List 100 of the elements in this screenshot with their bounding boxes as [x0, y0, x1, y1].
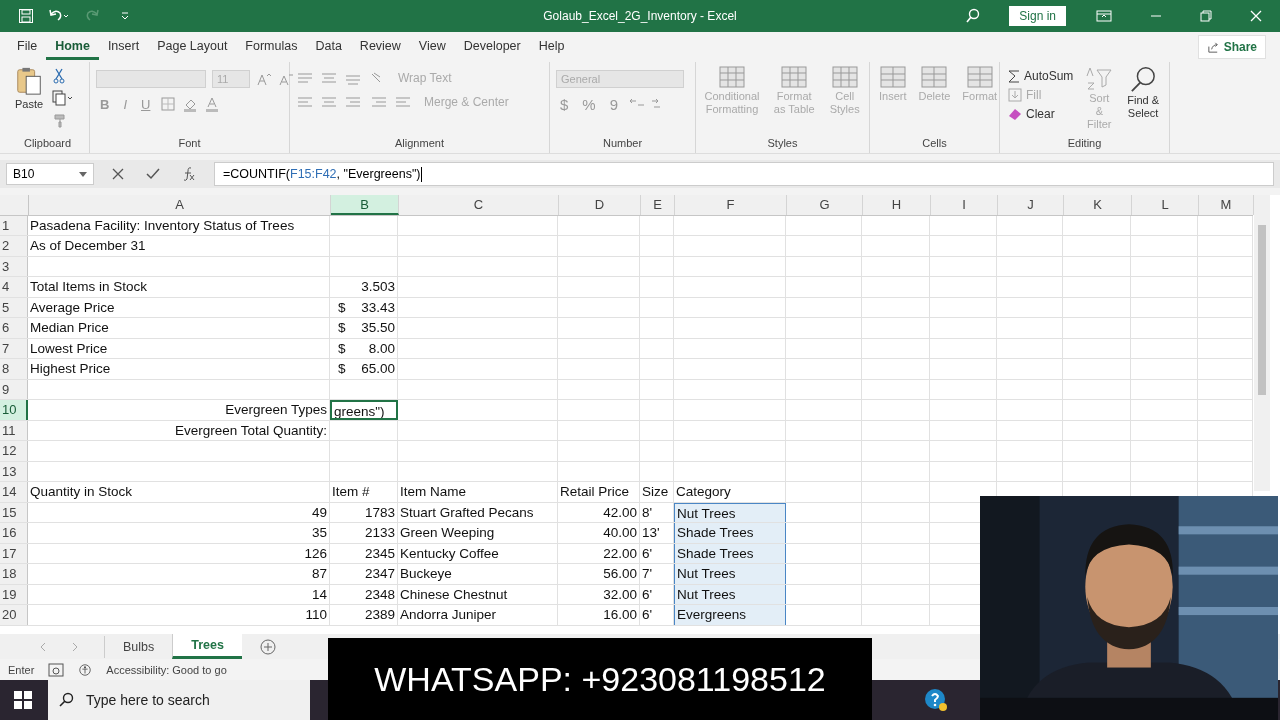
row-header[interactable]: 4	[0, 277, 28, 297]
column-header[interactable]: F	[675, 195, 787, 215]
help-icon[interactable]	[924, 688, 948, 712]
row-header[interactable]: 2	[0, 236, 28, 256]
window-title: Golaub_Excel_2G_Inventory - Excel	[543, 9, 737, 23]
font-color-icon[interactable]	[204, 96, 221, 112]
row-header[interactable]: 20	[0, 605, 28, 625]
table-cell-text: Size	[642, 483, 669, 501]
row-header[interactable]: 12	[0, 441, 28, 461]
save-icon[interactable]	[18, 8, 34, 24]
formula-field[interactable]: =COUNTIF(F15:F42, "Evergreens")	[214, 162, 1274, 186]
group-label: Styles	[767, 137, 798, 151]
table-grid-icon	[719, 66, 745, 88]
ribbon-tab[interactable]: View	[409, 34, 455, 60]
ribbon-tab[interactable]: Page Layout	[148, 34, 237, 60]
ribbon-display-icon[interactable]	[1096, 10, 1112, 22]
table-cell-text: Andorra Juniper	[400, 606, 497, 624]
table-cell-text: Retail Price	[560, 483, 630, 501]
restore-icon[interactable]	[1200, 10, 1212, 22]
column-header[interactable]: L	[1132, 195, 1199, 215]
row-header[interactable]: 10	[0, 400, 28, 420]
table-cell-text: 35	[311, 524, 327, 542]
ribbon-tab[interactable]: Insert	[98, 34, 149, 60]
table-cell-text: 40.00	[603, 524, 637, 542]
find-select-button[interactable]: Find & Select	[1123, 64, 1163, 123]
check-icon[interactable]	[146, 168, 160, 180]
table-cell-text: 126	[304, 544, 327, 563]
row-header[interactable]: 11	[0, 420, 28, 440]
row-header[interactable]: 18	[0, 564, 28, 584]
row-header[interactable]: 8	[0, 359, 28, 379]
paste-button[interactable]: Paste	[12, 64, 47, 114]
taskbar-search-field[interactable]: Type here to search	[48, 680, 310, 720]
cancel-icon[interactable]	[112, 168, 124, 180]
table-cell-text: 3.503	[361, 278, 395, 296]
row-header[interactable]: 17	[0, 543, 28, 563]
name-box[interactable]: B10	[6, 163, 94, 185]
table-grid-icon	[831, 66, 858, 88]
row-header[interactable]: 7	[0, 338, 28, 358]
row-header[interactable]: 15	[0, 502, 28, 522]
vertical-scrollbar[interactable]	[1254, 195, 1270, 491]
customize-icon[interactable]	[120, 11, 130, 21]
windows-start-icon[interactable]	[14, 691, 32, 709]
row-header[interactable]: 9	[0, 379, 28, 399]
row-header[interactable]: 14	[0, 482, 28, 502]
table-cell-text: 35.50	[361, 319, 395, 337]
row-header[interactable]: 16	[0, 523, 28, 543]
row-header[interactable]: 5	[0, 297, 28, 317]
column-header[interactable]: G	[787, 195, 863, 215]
currency-symbol: $	[338, 319, 346, 337]
table-cell-text: 22.00	[603, 544, 637, 563]
ribbon-tab[interactable]: Help	[529, 34, 574, 60]
clear-button[interactable]: Clear	[1006, 106, 1076, 122]
column-header[interactable]: C	[399, 195, 559, 215]
accessibility-icon[interactable]	[78, 662, 93, 677]
copy-icon[interactable]	[52, 90, 75, 106]
macro-icon[interactable]	[48, 662, 65, 677]
sign-in-button[interactable]: Sign in	[1009, 6, 1066, 26]
function-icon[interactable]	[182, 167, 196, 181]
row-header[interactable]: 3	[0, 256, 28, 276]
cut-icon[interactable]	[52, 68, 67, 84]
sheet-tab[interactable]: Trees	[172, 634, 242, 659]
column-header[interactable]: D	[559, 195, 641, 215]
share-button[interactable]: Share	[1197, 35, 1266, 59]
table-cell-text: 110	[305, 606, 327, 624]
undo-icon[interactable]	[48, 8, 70, 24]
phone-banner: WHATSAPP: +923081198512	[328, 638, 872, 720]
row-header[interactable]: 13	[0, 461, 28, 481]
table-cell-text: Total Items in Stock	[30, 278, 148, 296]
sort-filter-icon	[1085, 66, 1114, 90]
increase-font-size-icon[interactable]	[256, 72, 272, 86]
table-cell-text: 14	[311, 585, 327, 604]
row-header[interactable]: 19	[0, 584, 28, 604]
group-label: Font	[178, 137, 201, 151]
add-sheet-icon[interactable]	[259, 638, 276, 655]
eraser-icon	[1008, 107, 1022, 121]
autosum-button[interactable]: AutoSum	[1006, 68, 1076, 84]
search-icon[interactable]	[965, 8, 982, 24]
ribbon-tab[interactable]: Data	[306, 34, 351, 60]
table-cell-text: Evergreen Total Quantity:	[174, 421, 327, 440]
ribbon-tab[interactable]: Review	[350, 34, 410, 60]
ribbon-tab[interactable]: Formulas	[236, 34, 307, 60]
column-header[interactable]: I	[931, 195, 998, 215]
currency-symbol: $	[338, 360, 346, 378]
close-icon[interactable]	[1250, 10, 1262, 22]
table-cell-text: Quantity in Stock	[30, 483, 133, 501]
table-cell-text: 2347	[364, 565, 395, 583]
row-header[interactable]: 6	[0, 318, 28, 338]
table-cell-text: Lowest Price	[30, 339, 108, 358]
ribbon-tab[interactable]: File	[8, 34, 47, 60]
row-header[interactable]: 1	[0, 215, 28, 235]
ribbon-tab[interactable]: Developer	[454, 34, 530, 60]
column-header[interactable]: E	[641, 195, 675, 215]
decrease-font-size-icon[interactable]	[278, 72, 294, 86]
column-header[interactable]: H	[863, 195, 931, 215]
table-cell-text: 8.00	[368, 339, 395, 358]
column-header[interactable]: J	[998, 195, 1064, 215]
column-header[interactable]: K	[1064, 195, 1132, 215]
table-cell-text: Evergreens	[677, 606, 747, 624]
column-header[interactable]: B	[331, 195, 399, 215]
table-cell-text: 7'	[642, 565, 653, 583]
